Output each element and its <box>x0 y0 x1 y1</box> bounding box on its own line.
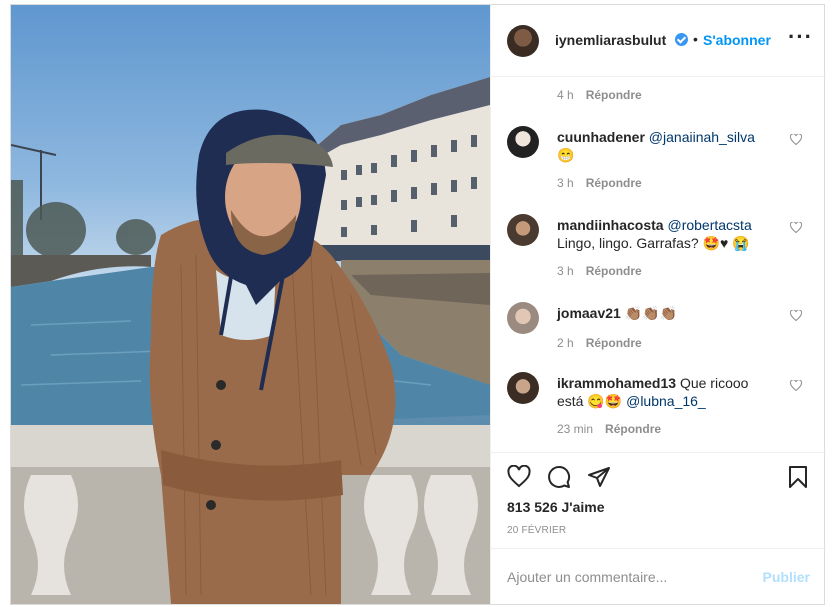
verified-badge-icon <box>675 33 688 46</box>
separator-dot: • <box>693 31 698 47</box>
commenter-avatar[interactable] <box>507 302 539 334</box>
post-date[interactable]: 20 FÉVRIER <box>507 525 566 536</box>
add-comment-bar: Publier <box>491 548 826 604</box>
reply-button[interactable]: Répondre <box>586 176 642 190</box>
mention-link[interactable]: @lubna_16_ <box>626 393 706 409</box>
comment-meta: 4 h Répondre <box>557 88 642 102</box>
commenter-avatar[interactable] <box>507 214 539 246</box>
like-count[interactable]: 813 526 J'aime <box>507 499 605 515</box>
comment-emoji: 👏🏽👏🏽👏🏽 <box>624 305 678 321</box>
comment-time: 2 h <box>557 336 574 350</box>
comment-text: jomaav21 👏🏽👏🏽👏🏽 <box>557 304 777 322</box>
comment-text: mandiinhacosta @robertacsta Lingo, lingo… <box>557 216 777 252</box>
post-side-panel: iynemliarasbulut • S'abonner ··· 4 h Répo… <box>490 5 826 604</box>
commenter-username[interactable]: jomaav21 <box>557 305 621 321</box>
like-comment-heart-icon[interactable] <box>790 380 802 391</box>
post-photo[interactable] <box>11 5 490 604</box>
comment-time: 4 h <box>557 88 574 102</box>
comment-meta: 2 h Répondre <box>557 336 642 350</box>
publish-button[interactable]: Publier <box>763 569 810 585</box>
commenter-username[interactable]: ikrammohamed13 <box>557 375 676 391</box>
comment-meta: 3 h Répondre <box>557 264 642 278</box>
reply-button[interactable]: Répondre <box>586 336 642 350</box>
comment-bubble-icon[interactable] <box>547 465 571 489</box>
comment-line: está 😋🤩 <box>557 393 623 409</box>
mention-link[interactable]: @robertacsta <box>667 217 751 233</box>
comment-text: cuunhadener @janaiinah_silva 😁 <box>557 128 777 164</box>
more-options-icon[interactable]: ··· <box>788 26 812 49</box>
post-actions: 813 526 J'aime 20 FÉVRIER <box>491 452 826 548</box>
reply-button[interactable]: Répondre <box>586 264 642 278</box>
photo-illustration <box>11 77 490 604</box>
commenter-avatar[interactable] <box>507 372 539 404</box>
reply-button[interactable]: Répondre <box>586 88 642 102</box>
mention-link[interactable]: @janaiinah_silva <box>649 129 755 145</box>
follow-button[interactable]: S'abonner <box>703 32 771 48</box>
comment-time: 3 h <box>557 264 574 278</box>
comment-line: Que ricooo <box>679 375 749 391</box>
like-heart-icon[interactable] <box>507 465 531 489</box>
comment-line: Lingo, lingo. Garrafas? 🤩♥ 😭 <box>557 235 750 251</box>
comment-time: 23 min <box>557 422 594 436</box>
commenter-avatar[interactable] <box>507 126 539 158</box>
comment-input[interactable] <box>507 567 747 587</box>
share-send-icon[interactable] <box>587 465 611 489</box>
comment-meta: 3 h Répondre <box>557 176 642 190</box>
comment-emoji: 😁 <box>557 147 575 163</box>
commenter-username[interactable]: mandiinhacosta <box>557 217 664 233</box>
comment-text: ikrammohamed13 Que ricooo está 😋🤩 @lubna… <box>557 374 777 410</box>
author-username[interactable]: iynemliarasbulut <box>555 32 666 48</box>
comment-meta: 23 min Répondre <box>557 422 661 436</box>
reply-button[interactable]: Répondre <box>605 422 661 436</box>
post-modal: iynemliarasbulut • S'abonner ··· 4 h Répo… <box>10 4 826 605</box>
like-comment-heart-icon[interactable] <box>790 310 802 321</box>
comment-time: 3 h <box>557 176 574 190</box>
commenter-username[interactable]: cuunhadener <box>557 129 645 145</box>
author-avatar[interactable] <box>507 25 539 57</box>
comments-list[interactable]: 4 h Répondre cuunhadener @janaiinah_silva… <box>491 78 826 452</box>
like-comment-heart-icon[interactable] <box>790 222 802 233</box>
save-bookmark-icon[interactable] <box>786 465 810 489</box>
post-header: iynemliarasbulut • S'abonner ··· <box>491 5 826 77</box>
like-comment-heart-icon[interactable] <box>790 134 802 145</box>
